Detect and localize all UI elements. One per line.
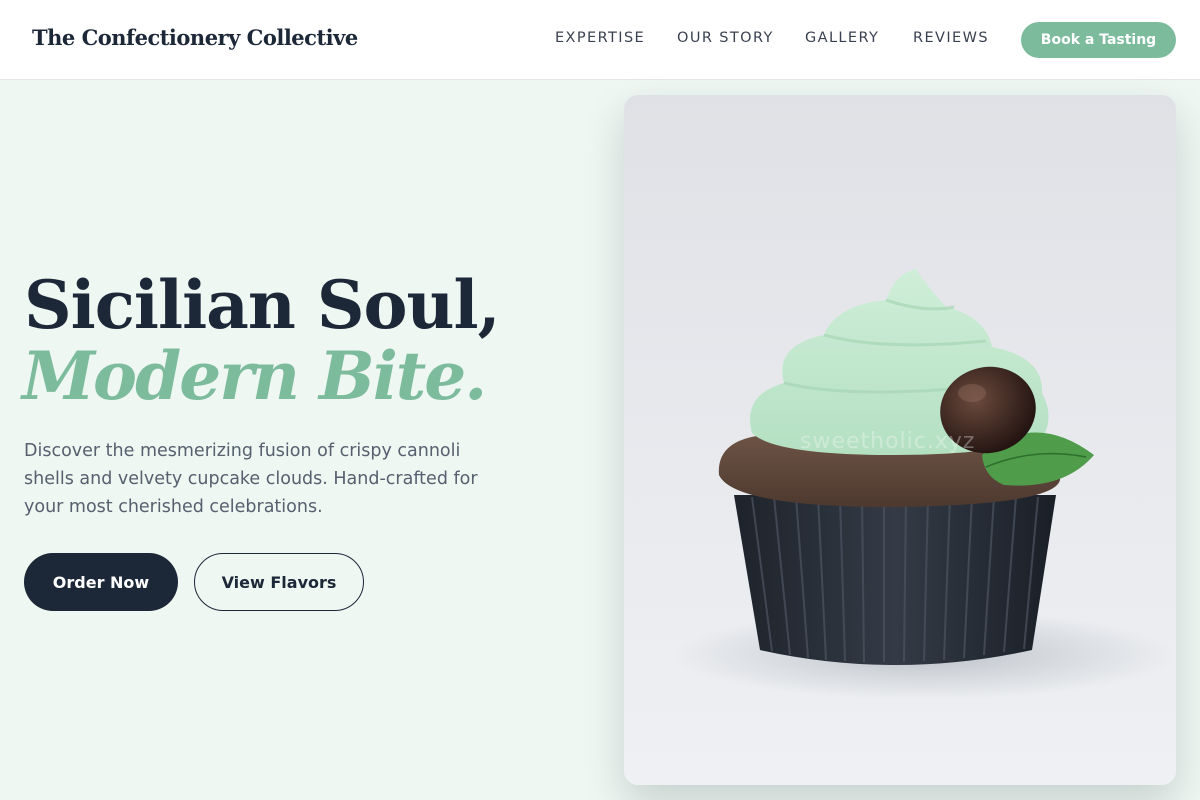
nav-link-expertise[interactable]: EXPERTISE bbox=[555, 30, 645, 46]
nav-link-our-story[interactable]: OUR STORY bbox=[677, 30, 774, 46]
nav-link-reviews[interactable]: REVIEWS bbox=[913, 30, 989, 46]
view-flavors-button[interactable]: View Flavors bbox=[194, 553, 364, 611]
hero-description: Discover the mesmerizing fusion of crisp… bbox=[24, 441, 478, 517]
hero-headline: Sicilian Soul, bbox=[24, 266, 501, 344]
top-navigation-bar: The Confectionery Collective EXPERTISE O… bbox=[0, 0, 1200, 80]
hero-cupcake-image: sweetholic.xyz bbox=[624, 95, 1176, 785]
brand-logo-text[interactable]: The Confectionery Collective bbox=[32, 25, 358, 50]
hero-headline-accent: Modern Bite. bbox=[22, 337, 487, 415]
book-tasting-button[interactable]: Book a Tasting bbox=[1021, 22, 1176, 58]
nav-link-gallery[interactable]: GALLERY bbox=[805, 30, 879, 46]
order-now-button[interactable]: Order Now bbox=[24, 553, 178, 611]
image-watermark: sweetholic.xyz bbox=[800, 429, 976, 454]
